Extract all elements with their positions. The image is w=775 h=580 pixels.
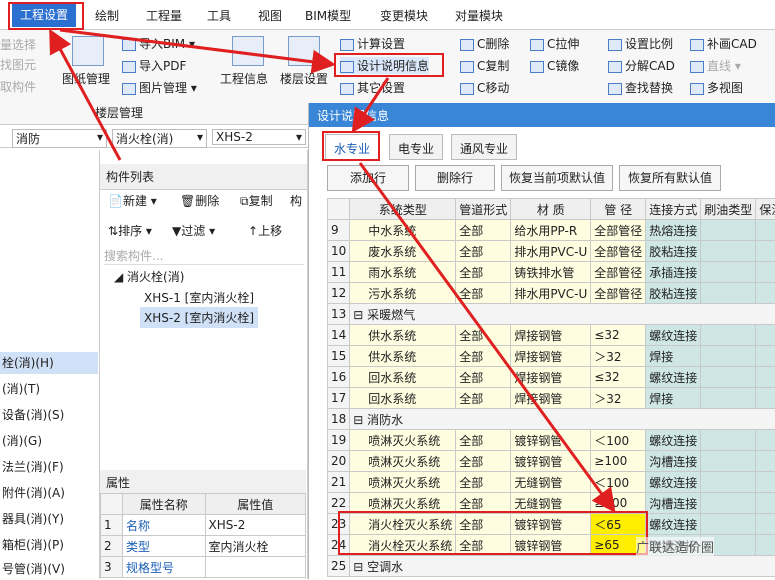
arrow <box>52 34 120 160</box>
arrow <box>355 78 388 128</box>
arrow <box>60 30 330 64</box>
arrow <box>360 163 612 508</box>
watermark: 广联达造价圈 <box>636 537 714 556</box>
annotation-arrows <box>0 0 775 579</box>
